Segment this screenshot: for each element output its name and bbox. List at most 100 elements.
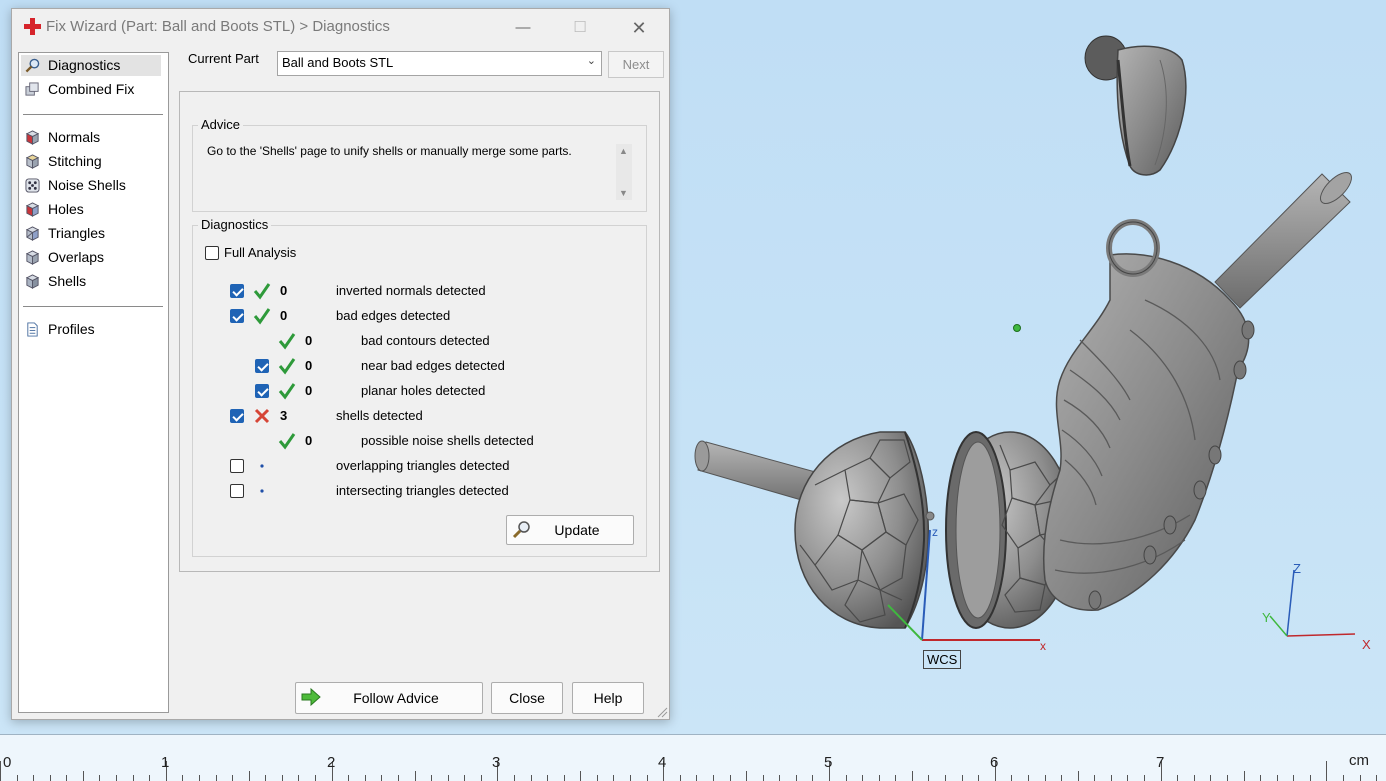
ruler-tick [531, 775, 532, 781]
scroll-down-icon[interactable]: ▼ [619, 188, 628, 198]
ruler-tick [895, 775, 896, 781]
cube-shells-icon [25, 274, 40, 289]
green-check-icon [278, 358, 296, 375]
wizard-page-list: Diagnostics Combined Fix Normals Stitchi… [18, 52, 169, 713]
diagnostic-checkbox[interactable] [255, 384, 269, 398]
nav-item-combined-fix[interactable]: Combined Fix [21, 79, 161, 100]
close-window-button[interactable]: ✕ [616, 15, 662, 41]
diagnostic-checkbox[interactable] [230, 309, 244, 323]
update-label: Update [554, 522, 600, 538]
cube-overlap-icon [25, 250, 40, 265]
nav-item-holes[interactable]: Holes [21, 199, 161, 220]
ruler-tick [431, 775, 432, 781]
diagnostic-count: 0 [305, 333, 313, 348]
ruler-tick [779, 775, 780, 781]
ruler-tick [796, 775, 797, 781]
cube-red-face-icon [25, 130, 40, 145]
pending-dot-icon [260, 489, 264, 493]
diagnostic-count: 0 [305, 358, 313, 373]
minimize-button[interactable]: — [500, 15, 546, 41]
advice-scrollbar[interactable]: ▲ ▼ [616, 144, 632, 200]
diagnostic-label: possible noise shells detected [361, 433, 534, 448]
green-check-icon [278, 383, 296, 400]
advice-title: Advice [198, 117, 244, 132]
ruler-tick [298, 775, 299, 781]
pivot-point[interactable] [1013, 324, 1021, 332]
title-bar[interactable]: Fix Wizard (Part: Ball and Boots STL) > … [12, 9, 669, 45]
ruler-tick [1260, 775, 1261, 781]
nav-item-noise-shells[interactable]: Noise Shells [21, 175, 161, 196]
ruler-tick [348, 775, 349, 781]
ruler-tick [282, 775, 283, 781]
ruler-label: 4 [658, 754, 667, 771]
diagnostic-label: near bad edges detected [361, 358, 505, 373]
ruler-tick [1194, 775, 1195, 781]
nav-item-overlaps[interactable]: Overlaps [21, 247, 161, 268]
diagnostic-checkbox[interactable] [230, 459, 244, 473]
help-label: Help [593, 690, 623, 706]
chevron-down-icon: ⌄ [586, 55, 596, 67]
next-button[interactable]: Next [608, 51, 664, 78]
measurement-ruler: 0 1 2 3 4 5 6 7 cm [0, 734, 1386, 781]
diagnostic-label: bad edges detected [336, 308, 451, 323]
nav-item-diagnostics[interactable]: Diagnostics [21, 55, 161, 76]
ruler-tick [1293, 775, 1294, 781]
ruler-tick [879, 775, 880, 781]
ruler-tick [1210, 775, 1211, 781]
diagnostic-count: 0 [280, 308, 288, 323]
diagnostic-checkbox[interactable] [255, 359, 269, 373]
ruler-tick [99, 775, 100, 781]
diagnostic-count: 0 [305, 433, 313, 448]
ruler-label: 7 [1156, 754, 1165, 771]
wcs-z-label: z [932, 525, 938, 539]
nav-item-label: Noise Shells [48, 177, 126, 193]
follow-advice-button[interactable]: Follow Advice [295, 682, 483, 714]
nav-item-normals[interactable]: Normals [21, 127, 161, 148]
ruler-tick [978, 775, 979, 781]
diagnostic-checkbox[interactable] [230, 284, 244, 298]
full-analysis-checkbox[interactable] [205, 246, 219, 260]
ruler-tick [182, 775, 183, 781]
nav-item-label: Shells [48, 273, 87, 289]
ruler-tick [647, 775, 648, 781]
ruler-tick [265, 775, 266, 781]
ruler-tick [216, 775, 217, 781]
green-check-icon [278, 433, 296, 450]
diagnostic-checkbox[interactable] [230, 484, 244, 498]
ruler-tick [1227, 775, 1228, 781]
close-button[interactable]: Close [491, 682, 563, 714]
ruler-tick [1127, 775, 1128, 781]
ruler-tick [862, 775, 863, 781]
ruler-label: 1 [161, 754, 170, 771]
scroll-up-icon[interactable]: ▲ [619, 146, 628, 156]
ruler-tick [928, 775, 929, 781]
diagnostic-checkbox[interactable] [230, 409, 244, 423]
ruler-tick [1343, 775, 1344, 781]
nav-item-triangles[interactable]: Triangles [21, 223, 161, 244]
ruler-tick [381, 775, 382, 781]
ruler-tick [812, 775, 813, 781]
ruler-tick [846, 775, 847, 781]
green-check-icon [278, 333, 296, 350]
ruler-tick [1326, 761, 1327, 781]
ruler-tick [199, 775, 200, 781]
ruler-tick [66, 775, 67, 781]
resize-grip-icon[interactable] [656, 706, 668, 718]
nav-item-label: Holes [48, 201, 84, 217]
nav-item-profiles[interactable]: Profiles [21, 319, 161, 340]
right-support-tube [1214, 171, 1353, 309]
ruler-label: 0 [3, 754, 12, 771]
window-title: Fix Wizard (Part: Ball and Boots STL) > … [46, 18, 390, 35]
nav-item-stitching[interactable]: Stitching [21, 151, 161, 172]
update-button[interactable]: Update [506, 515, 634, 545]
help-button[interactable]: Help [572, 682, 644, 714]
nav-item-label: Triangles [48, 225, 106, 241]
diagnostic-label: planar holes detected [361, 383, 486, 398]
ruler-tick [1094, 775, 1095, 781]
maximize-button[interactable]: ☐ [557, 15, 603, 41]
nav-item-shells[interactable]: Shells [21, 271, 161, 292]
advice-group: Advice Go to the 'Shells' page to unify … [192, 117, 647, 212]
diagnostic-label: shells detected [336, 408, 423, 423]
current-part-dropdown[interactable]: Ball and Boots STL ⌄ [277, 51, 602, 76]
advice-text: Go to the 'Shells' page to unify shells … [207, 144, 572, 158]
